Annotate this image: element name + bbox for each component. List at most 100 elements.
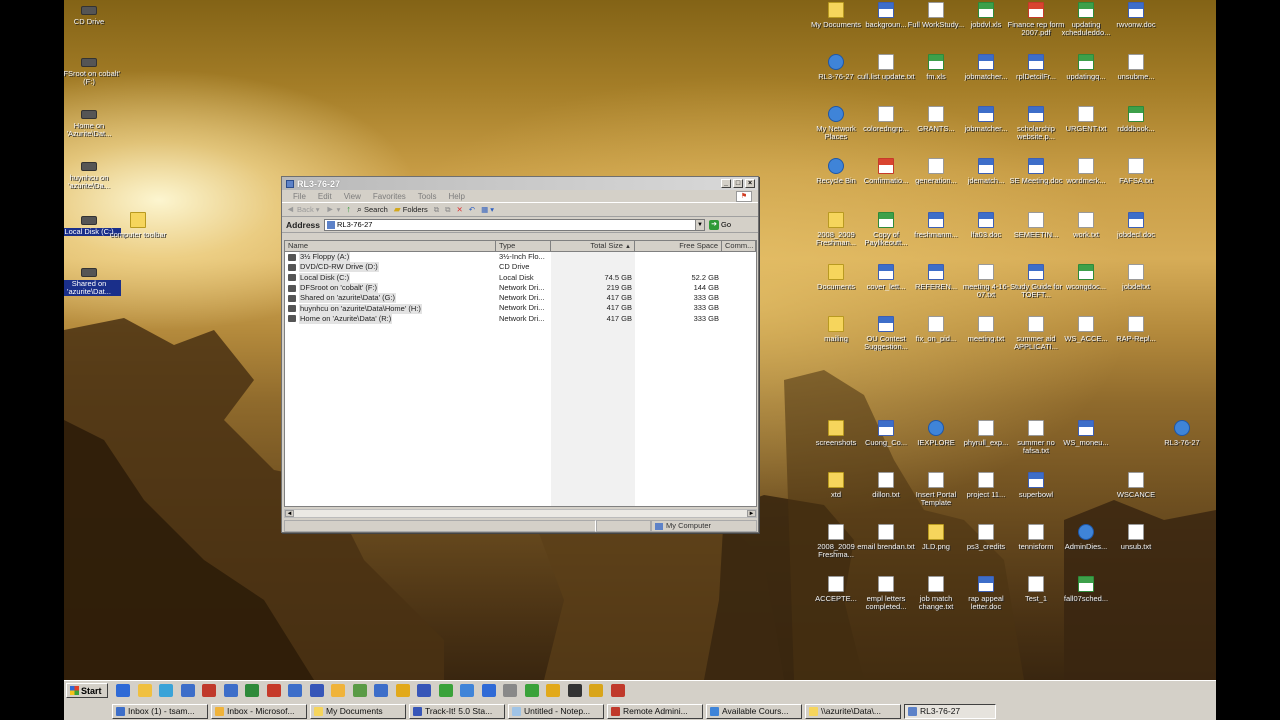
minimize-button[interactable]: _ <box>721 179 731 188</box>
quick-launch-icon[interactable] <box>395 684 410 697</box>
taskbar-button[interactable]: Track-It! 5.0 Sta... <box>409 704 505 719</box>
menu-file[interactable]: File <box>288 192 311 201</box>
taskbar-button[interactable]: Inbox - Microsof... <box>211 704 307 719</box>
column-type[interactable]: Type <box>496 241 551 252</box>
undo-button[interactable]: ↶ <box>469 205 475 214</box>
table-row[interactable]: DFSroot on 'cobalt' (F:) Network Dri... 21… <box>285 283 756 294</box>
column-comments[interactable]: Comm... <box>722 241 756 252</box>
quick-launch-icon[interactable] <box>159 684 173 697</box>
taskbar-button[interactable]: Remote Admini... <box>607 704 703 719</box>
desktop-icon[interactable]: Home on 'Azurite\Dat... <box>64 104 121 156</box>
quick-launch-icon[interactable] <box>352 684 367 697</box>
table-row[interactable]: Home on 'Azurite\Data' (R:) Network Dri..… <box>285 314 756 324</box>
up-folder-button[interactable]: ↑ <box>346 205 351 214</box>
desktop-icon[interactable]: RAP-Repl... <box>1104 314 1168 366</box>
scroll-left-icon[interactable]: ◄ <box>285 510 294 517</box>
word-icon <box>928 212 944 228</box>
column-free-space[interactable]: Free Space <box>635 241 722 252</box>
quick-launch-icon[interactable] <box>481 684 496 697</box>
desktop-icon[interactable]: WS_moneu... <box>1054 418 1118 470</box>
desktop-icon[interactable]: huynhcu on 'azurite\Da... <box>64 156 121 208</box>
desktop-icon[interactable]: FAFSA.txt <box>1104 156 1168 208</box>
network-drive-icon <box>81 268 97 277</box>
menu-favorites[interactable]: Favorites <box>368 192 411 201</box>
go-button[interactable]: ➜ Go <box>709 219 731 230</box>
back-button[interactable]: ◄ Back ▾ <box>286 205 320 215</box>
taskbar-button[interactable]: Untitled - Notep... <box>508 704 604 719</box>
taskbar-button[interactable]: RL3-76-27 <box>904 704 996 719</box>
quick-launch-icon[interactable] <box>374 684 388 697</box>
ie-icon <box>928 420 944 436</box>
title-bar[interactable]: RL3-76-27 _ □ × <box>282 177 758 190</box>
desktop-icon[interactable]: rwvonw.doc <box>1104 0 1168 52</box>
quick-launch-icon[interactable] <box>546 684 560 697</box>
quick-launch-icon[interactable] <box>503 684 517 697</box>
quick-launch-icon[interactable] <box>524 684 539 697</box>
quick-launch-icon[interactable] <box>223 684 238 697</box>
menu-help[interactable]: Help <box>443 192 469 201</box>
desktop-icon[interactable]: WSCANCE <box>1104 470 1168 522</box>
pub-icon <box>978 54 994 70</box>
scroll-right-icon[interactable]: ► <box>747 510 756 517</box>
folders-button[interactable]: ▰ Folders <box>394 205 428 215</box>
quick-launch-icon[interactable] <box>288 684 302 697</box>
desktop-icon[interactable]: Shared on 'azurite\Dat... <box>64 262 121 314</box>
quick-launch-icon[interactable] <box>460 684 474 697</box>
address-input[interactable]: RL3-76-27 ▼ <box>324 218 706 231</box>
views-button[interactable]: ▦ ▾ <box>481 205 494 214</box>
desktop-icon[interactable]: unsubme... <box>1104 52 1168 104</box>
desktop-icon[interactable]: CD Drive <box>64 0 121 52</box>
taskbar-button[interactable]: Available Cours... <box>706 704 802 719</box>
close-button[interactable]: × <box>745 179 755 188</box>
quick-launch-icon[interactable] <box>137 684 152 697</box>
explorer-window[interactable]: RL3-76-27 _ □ × File Edit View Favorites… <box>281 176 759 533</box>
table-row[interactable]: huynhcu on 'azurite\Data\Home' (H:) Netwo… <box>285 303 756 314</box>
quick-launch-icon[interactable] <box>245 684 259 697</box>
quick-launch-icon[interactable] <box>180 684 195 697</box>
delete-button[interactable]: ✕ <box>457 205 463 214</box>
menu-edit[interactable]: Edit <box>313 192 337 201</box>
column-name[interactable]: Name <box>285 241 496 252</box>
quick-launch-icon[interactable] <box>610 684 625 697</box>
forward-button[interactable]: ► ▾ <box>326 205 341 215</box>
quick-launch-icon[interactable] <box>331 684 345 697</box>
quick-launch-icon[interactable] <box>589 684 603 697</box>
maximize-button[interactable]: □ <box>733 179 743 188</box>
quick-launch-icon[interactable] <box>567 684 582 697</box>
desktop-icon[interactable]: computer toolbar <box>106 210 170 262</box>
taskbar-button[interactable]: My Documents <box>310 704 406 719</box>
table-row[interactable]: DVD/CD-RW Drive (D:) CD Drive <box>285 262 756 273</box>
quick-launch-icon[interactable] <box>266 684 281 697</box>
desktop-icon[interactable]: fall07sched... <box>1054 574 1118 626</box>
quick-launch-icon[interactable] <box>202 684 216 697</box>
desktop-icon[interactable]: rdddbook... <box>1104 104 1168 156</box>
word-icon <box>978 576 994 592</box>
start-button[interactable]: Start <box>66 683 108 698</box>
menu-view[interactable]: View <box>339 192 366 201</box>
menu-tools[interactable]: Tools <box>413 192 442 201</box>
desktop-icon[interactable]: jobdecl.doc <box>1104 210 1168 262</box>
quick-launch-icon[interactable] <box>116 684 130 697</box>
chevron-down-icon[interactable]: ▼ <box>695 219 705 230</box>
table-row[interactable]: 3½ Floppy (A:) 3½-Inch Flo... <box>285 252 756 263</box>
text-icon <box>928 576 944 592</box>
desktop-icon[interactable]: RL3-76-27 <box>1150 418 1214 470</box>
search-button[interactable]: ⌕ Search <box>357 205 388 215</box>
move-to-button[interactable]: ⧉ <box>434 205 439 215</box>
table-row[interactable]: Shared on 'azurite\Data' (G:) Network Dri… <box>285 293 756 304</box>
desktop-icon[interactable]: jobdeltxt <box>1104 262 1168 314</box>
taskbar-button[interactable]: \\azurite\Data\... <box>805 704 901 719</box>
drive-list[interactable]: Name Type Total Size ▲ Free Space Comm..… <box>284 240 757 507</box>
quick-launch-icon[interactable] <box>417 684 431 697</box>
horizontal-scrollbar[interactable]: ◄ ► <box>284 509 757 518</box>
column-total-size[interactable]: Total Size ▲ <box>551 241 635 252</box>
quick-launch-icon[interactable] <box>438 684 453 697</box>
desktop-icon[interactable]: superbowl <box>1004 470 1068 522</box>
copy-to-button[interactable]: ⧉ <box>445 205 450 215</box>
desktop-icon[interactable]: DFSroot on cobalt' (F:) <box>64 52 121 104</box>
desktop-icon[interactable]: unsub.txt <box>1104 522 1168 574</box>
desktop[interactable]: CD Drive DFSroot on cobalt' (F:) Home on '… <box>64 0 1216 720</box>
taskbar-button[interactable]: Inbox (1) - tsam... <box>112 704 208 719</box>
quick-launch-icon[interactable] <box>309 684 324 697</box>
table-row[interactable]: Local Disk (C:) Local Disk 74.5 GB 52.2 GB <box>285 273 756 283</box>
